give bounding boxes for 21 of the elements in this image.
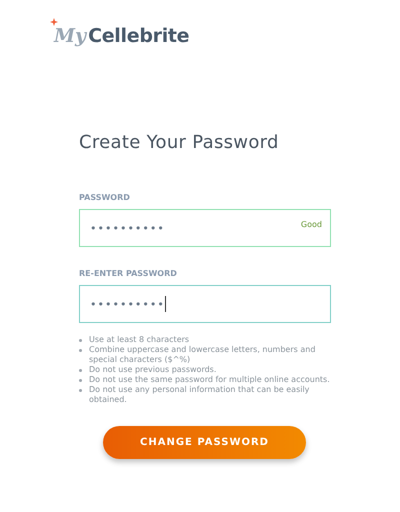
- password-rule: Combine uppercase and lowercase letters, numbers and special characters ($^%): [89, 345, 316, 365]
- bullet-icon: [79, 369, 82, 372]
- logo-script: My: [54, 25, 86, 47]
- text-caret: [164, 296, 166, 312]
- sparkle-icon: [50, 18, 58, 26]
- password-field[interactable]: ••••••••••: [79, 285, 331, 323]
- bullet-icon: [79, 379, 82, 382]
- password-field[interactable]: •••••••••• Good: [79, 209, 331, 247]
- password-rule: Do not use any personal information that can be easily obtained.: [89, 385, 310, 405]
- field-label: PASSWORD: [79, 193, 130, 202]
- change-password-button[interactable]: CHANGE PASSWORD: [103, 426, 306, 459]
- logo-wordmark: Cellebrite: [88, 25, 190, 47]
- password-rule: Do not use the same password for multiple online accounts.: [89, 375, 330, 385]
- bullet-icon: [79, 389, 82, 392]
- password-rule: Use at least 8 characters: [89, 335, 190, 345]
- page-title: Create Your Password: [79, 132, 280, 153]
- password-rule: Do not use previous passwords.: [89, 365, 216, 375]
- field-label: RE-ENTER PASSWORD: [79, 269, 177, 278]
- bullet-icon: [79, 349, 82, 352]
- bullet-icon: [79, 339, 82, 342]
- strength-indicator: Good: [300, 220, 322, 229]
